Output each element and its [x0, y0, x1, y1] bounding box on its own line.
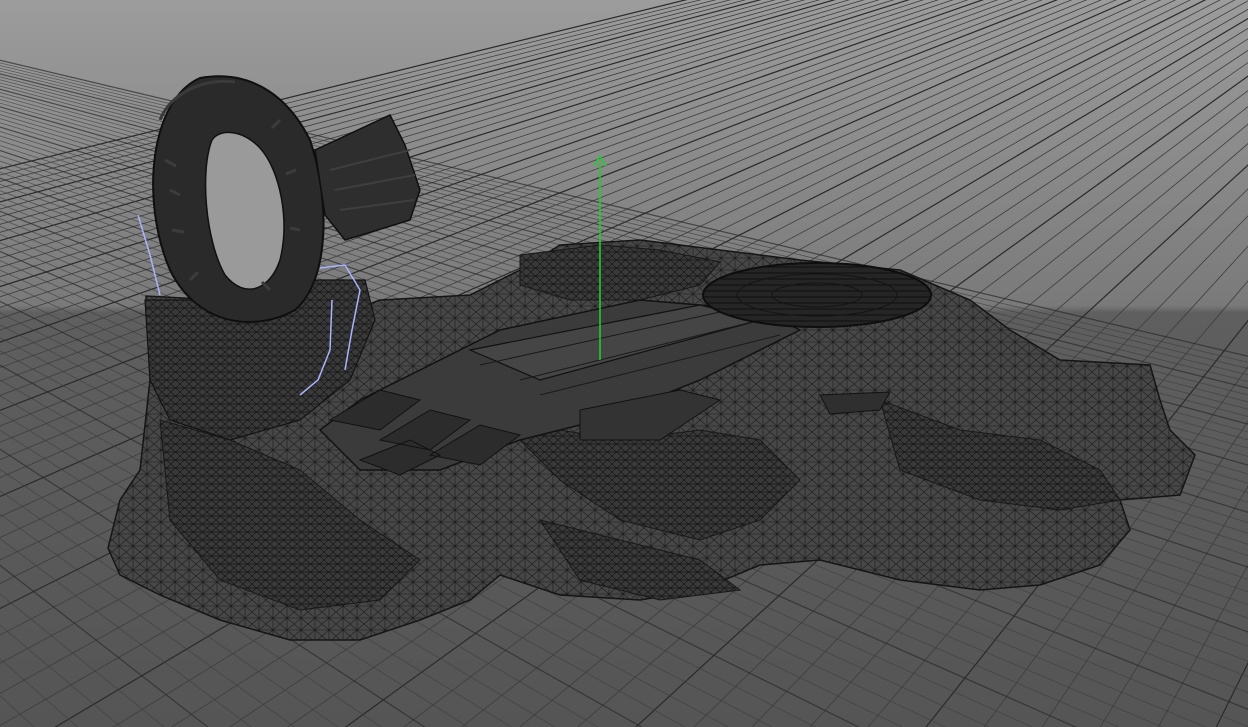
viewport-canvas[interactable]	[0, 0, 1248, 727]
3d-viewport[interactable]	[0, 0, 1248, 727]
circular-platform-icon[interactable]	[702, 262, 932, 328]
